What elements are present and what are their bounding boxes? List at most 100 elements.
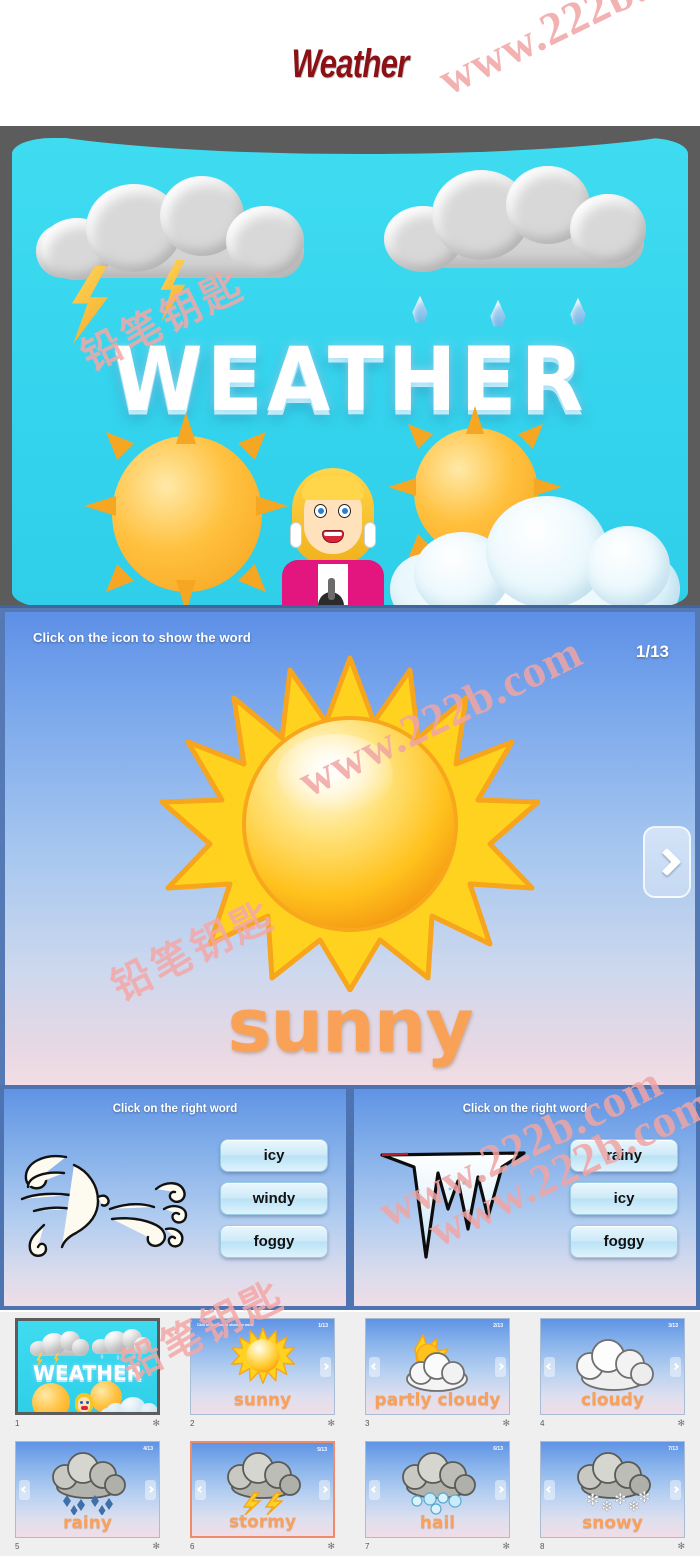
thumbnail-preview-stormy[interactable]: 5/13 stormy <box>190 1441 335 1538</box>
main-slide[interactable]: Click on the icon to show the word 1/13 <box>5 612 695 1085</box>
rain-drop-icon <box>412 296 428 323</box>
snowy-svg: ✻ ✻ ✻ ✻ ✻ <box>576 1451 651 1515</box>
thumbnail-prev-arrow <box>544 1356 555 1377</box>
hail-icon <box>393 1449 483 1515</box>
rain-cloud-right-icon <box>380 166 650 276</box>
thumbnail-item[interactable]: Click on the icon to show the word 1/13 … <box>175 1318 350 1441</box>
thumbnail-prev-arrow <box>544 1479 555 1500</box>
sun-icon <box>230 1327 295 1384</box>
thumbnail-counter: 7/13 <box>668 1446 678 1452</box>
rain-drop-icon <box>570 298 586 325</box>
sunny-icon[interactable] <box>159 652 541 993</box>
thumbnail-meta: 1 ✻ <box>15 1415 160 1429</box>
thumbnail-preview-partly-cloudy[interactable]: 2/13 partly cloudy <box>365 1318 510 1415</box>
quiz-choice-button[interactable]: rainy <box>570 1139 678 1172</box>
thumbnail-next-arrow <box>495 1479 506 1500</box>
quiz-choice-button[interactable]: icy <box>220 1139 328 1172</box>
thumbnail-meta: 4 ✻ <box>540 1415 685 1429</box>
thumbnail-number: 6 <box>190 1542 195 1551</box>
thumbnail-label: sunny <box>233 1390 292 1410</box>
snowy-icon: ✻ ✻ ✻ ✻ ✻ <box>568 1449 658 1515</box>
thumbnail-preview-hail[interactable]: 6/13 hail <box>365 1441 510 1538</box>
cloudy-icon <box>568 1334 658 1392</box>
windy-face-icon[interactable] <box>14 1137 204 1277</box>
quiz-choice-button[interactable]: icy <box>570 1182 678 1215</box>
thumbnail-next-arrow <box>320 1356 331 1377</box>
quiz-choice-button[interactable]: foggy <box>570 1225 678 1258</box>
partly-cloudy-icon <box>395 1333 481 1393</box>
thumbnail-number: 5 <box>15 1542 20 1551</box>
svg-text:✻: ✻ <box>586 1490 599 1509</box>
next-arrow-button[interactable] <box>643 826 691 898</box>
quiz-panel-windy[interactable]: Click on the right word icy windy foggy <box>0 1085 350 1310</box>
thumbnail-meta: 5 ✻ <box>15 1538 160 1552</box>
quiz-panel-icy[interactable]: Click on the right word rainy icy foggy <box>350 1085 700 1310</box>
rain-drop-icon <box>490 300 506 327</box>
svg-text:✻: ✻ <box>614 1490 627 1508</box>
title-bar: Weather <box>0 0 700 126</box>
thumbnail-meta: 6 ✻ <box>190 1538 335 1552</box>
cloudy-svg <box>575 1338 654 1391</box>
hero-slide-frame: WEATHER <box>0 126 700 605</box>
hero-slide[interactable]: WEATHER <box>12 138 688 605</box>
rainy-icon <box>43 1449 133 1516</box>
thumbnail-number: 1 <box>15 1419 20 1428</box>
thumbnail-label: rainy <box>63 1513 112 1533</box>
storm-cloud-left-icon <box>30 176 310 284</box>
thumbnail-item[interactable]: WEATHER 1 ✻ <box>0 1318 175 1441</box>
sun-left-icon <box>84 412 288 605</box>
thumbnail-number: 4 <box>540 1419 545 1428</box>
thumbnail-prev-arrow <box>369 1356 380 1377</box>
windy-face-svg <box>20 1154 188 1257</box>
animation-star-icon: ✻ <box>502 1418 510 1428</box>
svg-text:✻: ✻ <box>638 1488 651 1506</box>
thumbnail-label: stormy <box>228 1512 297 1532</box>
thumbnail-next-arrow <box>495 1356 506 1377</box>
thumbnail-grid: WEATHER 1 ✻ Click on the icon to show th… <box>0 1318 700 1564</box>
thumbnail-prev-arrow <box>195 1479 206 1500</box>
thumbnail-counter: 2/13 <box>493 1323 503 1329</box>
thumbnail-item[interactable]: 6/13 hail 7 ✻ <box>350 1441 525 1564</box>
animation-star-icon: ✻ <box>677 1418 685 1428</box>
thumbnail-next-arrow <box>145 1479 156 1500</box>
thumbnail-next-arrow <box>670 1479 681 1500</box>
thumbnail-item[interactable]: 4/13 rainy 5 ✻ <box>0 1441 175 1564</box>
thumbnail-next-arrow <box>319 1479 330 1500</box>
quiz-instruction: Click on the right word <box>112 1103 238 1115</box>
quiz-choice-list: icy windy foggy <box>220 1139 328 1258</box>
quiz-choice-button[interactable]: foggy <box>220 1225 328 1258</box>
thumbnail-preview-sunny[interactable]: Click on the icon to show the word 1/13 … <box>190 1318 335 1415</box>
animation-star-icon: ✻ <box>502 1541 510 1551</box>
thumbnail-label: hail <box>419 1513 456 1533</box>
icicle-icon[interactable] <box>364 1137 554 1277</box>
thumbnail-meta: 8 ✻ <box>540 1538 685 1552</box>
animation-star-icon: ✻ <box>327 1541 335 1551</box>
thumbnail-item[interactable]: 3/13 cloudy 4 ✻ <box>525 1318 700 1441</box>
thumbnail-item[interactable]: 2/13 partly cloudy 3 ✻ <box>350 1318 525 1441</box>
thumbnail-preview-snowy[interactable]: 7/13 ✻ ✻ ✻ ✻ ✻ snowy <box>540 1441 685 1538</box>
thumbnail-preview-title[interactable]: WEATHER <box>15 1318 160 1415</box>
thumbnail-prev-arrow <box>19 1479 30 1500</box>
quiz-choice-button[interactable]: windy <box>220 1182 328 1215</box>
rainy-svg <box>51 1451 126 1516</box>
thumbnail-meta: 2 ✻ <box>190 1415 335 1429</box>
stormy-svg <box>226 1452 301 1516</box>
thumbnail-preview-rainy[interactable]: 4/13 rainy <box>15 1441 160 1538</box>
stormy-icon <box>218 1449 308 1516</box>
white-cloud-icon <box>390 490 680 605</box>
quiz-choice-list: rainy icy foggy <box>570 1139 678 1258</box>
thumbnail-number: 7 <box>365 1542 370 1551</box>
slide-instruction: Click on the icon to show the word <box>33 630 251 645</box>
thumbnail-preview-cloudy[interactable]: 3/13 cloudy <box>540 1318 685 1415</box>
thumbnail-label: snowy <box>582 1513 643 1533</box>
thumbnail-counter: 6/13 <box>493 1446 503 1452</box>
thumbnail-item[interactable]: 5/13 stormy 6 ✻ <box>175 1441 350 1564</box>
thumbnail-counter: 1/13 <box>318 1323 328 1329</box>
weather-presenter-avatar <box>274 468 392 605</box>
thumbnail-panel: WEATHER 1 ✻ Click on the icon to show th… <box>0 1310 700 1556</box>
main-slide-frame: Click on the icon to show the word 1/13 <box>0 605 700 1085</box>
thumbnail-counter: 3/13 <box>668 1323 678 1329</box>
quiz-instruction: Click on the right word <box>462 1103 588 1115</box>
thumbnail-item[interactable]: 7/13 ✻ ✻ ✻ ✻ ✻ snowy 8 ✻ <box>525 1441 700 1564</box>
slide-counter: 1/13 <box>635 642 669 661</box>
